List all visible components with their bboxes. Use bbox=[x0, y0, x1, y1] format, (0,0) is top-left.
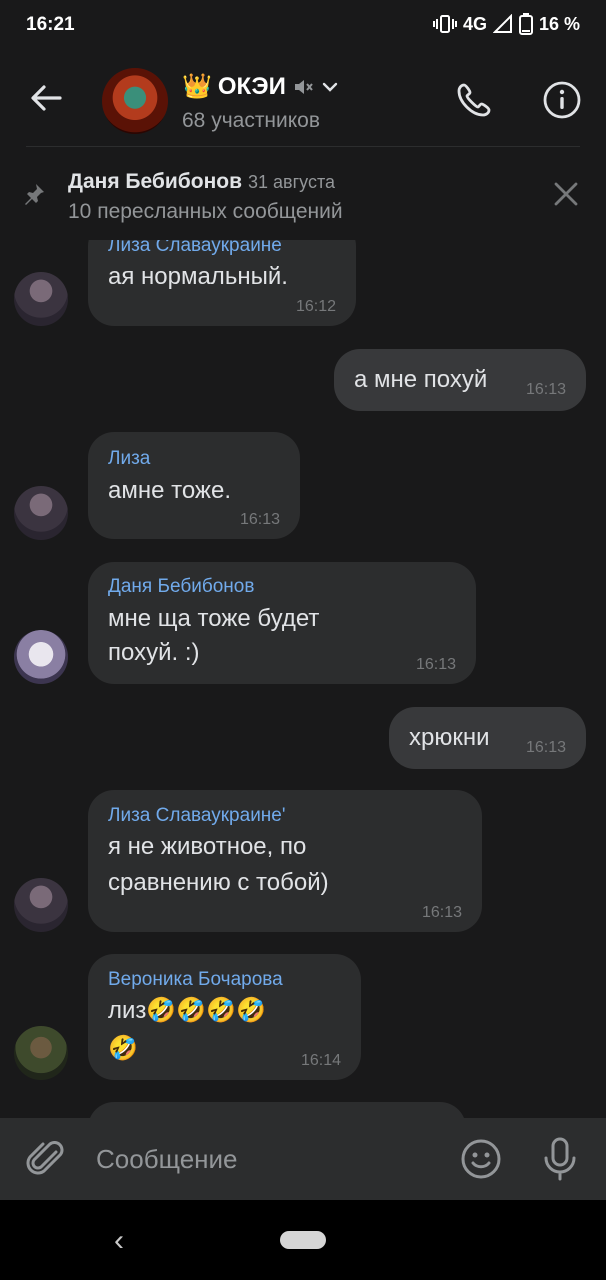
info-icon[interactable] bbox=[542, 80, 582, 120]
chat-header: 👑 ОКЭИ 68 участников bbox=[0, 52, 606, 148]
vibrate-icon bbox=[432, 14, 457, 34]
header-divider bbox=[26, 146, 580, 147]
message-bubble-in[interactable]: Лиза Славаукраине' я не животное, по сра… bbox=[88, 790, 482, 932]
back-arrow-icon[interactable] bbox=[26, 78, 66, 118]
nav-home-pill[interactable] bbox=[280, 1231, 326, 1249]
chat-avatar[interactable] bbox=[102, 68, 168, 134]
pinned-date: 31 августа bbox=[248, 172, 336, 192]
chat-members-count: 68 участников bbox=[182, 109, 321, 132]
nav-back-icon[interactable]: ‹ bbox=[114, 1224, 124, 1258]
avatar[interactable] bbox=[14, 630, 68, 684]
status-time: 16:21 bbox=[26, 14, 75, 35]
message-bubble-in[interactable]: Лиза амне тоже. 16:13 bbox=[88, 432, 300, 539]
message-list[interactable]: Лиза Славаукраине ая нормальный. 16:12 а… bbox=[0, 240, 606, 1118]
message-bubble-in[interactable]: Даня Бебибонов мне ща тоже будет похуй. … bbox=[88, 562, 476, 684]
message-text: лиз🤣🤣🤣🤣 bbox=[108, 997, 266, 1024]
message-text: амне тоже. bbox=[108, 477, 231, 504]
message-bubble-out[interactable]: хрюкни 16:13 bbox=[389, 707, 586, 769]
avatar[interactable] bbox=[14, 1026, 68, 1080]
close-icon[interactable] bbox=[552, 180, 580, 208]
pinned-text: 10 пересланных сообщений bbox=[68, 200, 343, 223]
attach-icon[interactable] bbox=[26, 1138, 68, 1180]
emoji-icon[interactable] bbox=[460, 1138, 502, 1180]
muted-icon bbox=[292, 76, 314, 98]
message-bubble-out[interactable]: а мне похуй 16:13 bbox=[334, 349, 586, 411]
message-time: 16:13 bbox=[525, 381, 566, 398]
message-text: а мне похуй bbox=[354, 366, 488, 393]
avatar[interactable] bbox=[14, 272, 68, 326]
message-text: похуй. :) bbox=[108, 639, 200, 666]
system-nav-bar: ‹ bbox=[0, 1200, 606, 1280]
message-time: 16:13 bbox=[415, 656, 456, 673]
pinned-message[interactable]: Даня Бебибонов 31 августа 10 пересланных … bbox=[0, 152, 606, 238]
message-text: сравнению с тобой) bbox=[108, 869, 329, 896]
battery-level: 16 % bbox=[538, 13, 580, 34]
message-text: ая нормальный. bbox=[108, 263, 288, 290]
pinned-author: Даня Бебибонов 31 августа bbox=[68, 170, 336, 193]
status-icons: 4G 16 % bbox=[432, 13, 580, 35]
battery-icon bbox=[518, 13, 533, 35]
avatar[interactable] bbox=[14, 486, 68, 540]
message-text: хрюкни bbox=[409, 724, 490, 751]
message-sender[interactable]: Лиза Славаукраине bbox=[108, 240, 282, 257]
message-bubble-in[interactable]: Лиза Славаукраине ая нормальный. 16:12 bbox=[88, 240, 356, 326]
message-time: 16:14 bbox=[300, 1052, 341, 1069]
message-time: 16:13 bbox=[239, 511, 280, 528]
message-sender[interactable]: Лиза bbox=[108, 448, 150, 470]
phone-icon[interactable] bbox=[454, 80, 494, 120]
message-sender[interactable]: Вероника Бочарова bbox=[108, 969, 283, 991]
message-text: 🤣 bbox=[108, 1035, 138, 1062]
microphone-icon[interactable] bbox=[540, 1136, 580, 1182]
chevron-down-icon[interactable] bbox=[320, 77, 340, 97]
pin-icon bbox=[22, 182, 46, 206]
chat-title-text: ОКЭИ bbox=[217, 72, 286, 100]
message-input[interactable] bbox=[96, 1142, 426, 1176]
status-bar: 16:21 4G 16 % bbox=[0, 0, 606, 52]
message-time: 16:13 bbox=[421, 904, 462, 921]
message-text: мне ща тоже будет bbox=[108, 605, 320, 632]
message-sender[interactable]: Даня Бебибонов bbox=[108, 576, 254, 598]
message-time: 16:13 bbox=[525, 739, 566, 756]
message-bubble-in[interactable]: Вероника Бочарова лиз🤣🤣🤣🤣 🤣 16:14 bbox=[88, 954, 361, 1080]
message-bubble-in[interactable] bbox=[88, 1102, 466, 1118]
message-text: я не животное, по bbox=[108, 833, 307, 860]
network-type: 4G bbox=[462, 13, 487, 34]
crown-emoji: 👑 bbox=[182, 73, 212, 100]
message-sender[interactable]: Лиза Славаукраине' bbox=[108, 805, 286, 827]
message-time: 16:12 bbox=[295, 298, 336, 315]
avatar[interactable] bbox=[14, 878, 68, 932]
chat-title[interactable]: 👑 ОКЭИ bbox=[182, 72, 340, 101]
message-composer bbox=[0, 1118, 606, 1200]
signal-icon bbox=[492, 14, 513, 34]
